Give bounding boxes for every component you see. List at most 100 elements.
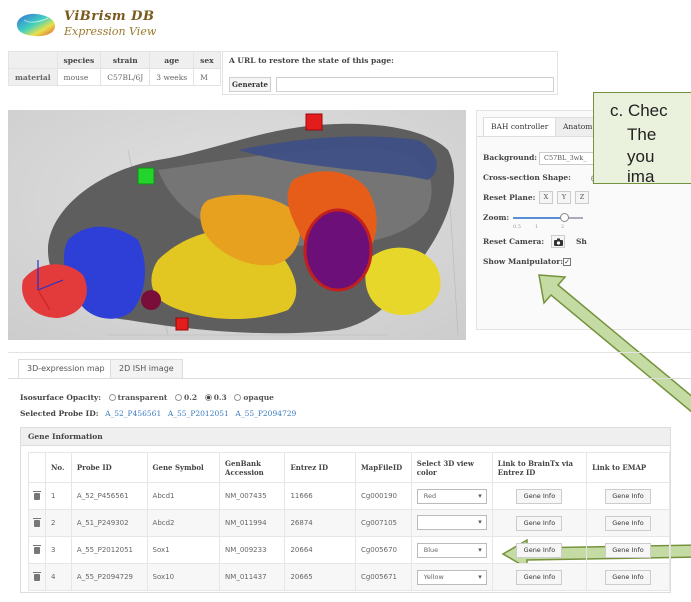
app-subtitle: Expression View xyxy=(64,25,157,38)
callout-line: c. Chec xyxy=(610,101,668,120)
probe-id: A_55_P2094729 xyxy=(70,563,148,591)
opacity-row: Isosurface Opacity: transparent 0.2 0.3 … xyxy=(20,393,274,402)
material-value: C57BL/6J xyxy=(100,68,151,86)
camera-icon[interactable] xyxy=(551,235,565,248)
column-header xyxy=(28,452,46,483)
tab-2d-ish-image[interactable]: 2D ISH image xyxy=(110,359,183,379)
radio-selected-icon[interactable] xyxy=(204,394,212,401)
trash-icon[interactable] xyxy=(33,544,41,554)
delete-row-button[interactable] xyxy=(28,482,46,510)
zoom-tick: 2 xyxy=(561,224,565,230)
callout-line: ima xyxy=(627,167,655,186)
selected-probe-link[interactable]: A_52_P456561 xyxy=(105,409,161,418)
gene-information-title: Gene Information xyxy=(21,428,670,446)
radio-icon[interactable] xyxy=(234,394,242,401)
material-value: 3 weeks xyxy=(149,68,195,86)
mapfile-id: Cg007105 xyxy=(354,509,412,537)
reset-plane-z-button[interactable]: Z xyxy=(575,191,589,204)
zoom-tick: 1 xyxy=(535,224,539,230)
column-header: GenBank Accession xyxy=(219,452,286,483)
probe-id: A_51_P249302 xyxy=(70,509,148,537)
color-select[interactable]: Blue xyxy=(416,542,487,558)
table-row: 2 A_51_P249302 Abcd2 NM_011994 26874 Cg0… xyxy=(28,509,670,537)
column-header: Entrez ID xyxy=(284,452,356,483)
selected-probe-link[interactable]: A_55_P2094729 xyxy=(235,409,296,418)
braintx-gene-info-button[interactable]: Gene Info xyxy=(516,488,563,504)
trash-icon[interactable] xyxy=(33,490,41,500)
genbank-accession: NM_007435 xyxy=(219,482,286,510)
radio-icon[interactable] xyxy=(108,394,116,401)
url-restore-label: A URL to restore the state of this page: xyxy=(229,56,394,65)
reset-camera-label: Reset Camera: xyxy=(483,237,545,246)
reset-plane-y-button[interactable]: Y xyxy=(557,191,571,204)
color-select[interactable]: Red xyxy=(416,488,487,504)
braintx-gene-info-button[interactable]: Gene Info xyxy=(516,515,563,531)
emap-gene-info-button[interactable]: Gene Info xyxy=(605,542,652,558)
opacity-option-0-2[interactable]: 0.2 xyxy=(175,393,197,402)
column-header: No. xyxy=(45,452,72,483)
selected-probe-row: Selected Probe ID: A_52_P456561 A_55_P20… xyxy=(20,409,296,418)
zoom-slider-fill xyxy=(513,217,563,219)
mapfile-id: Cg005670 xyxy=(354,536,412,564)
entrez-id: 26874 xyxy=(284,509,356,537)
trash-icon[interactable] xyxy=(33,517,41,527)
column-header: Select 3D view color xyxy=(410,452,493,483)
gene-symbol: Sox10 xyxy=(146,563,221,591)
entrez-id: 20665 xyxy=(284,563,356,591)
opacity-option-0-3[interactable]: 0.3 xyxy=(204,393,227,402)
background-label: Background: xyxy=(483,153,538,162)
selected-probe-label: Selected Probe ID: xyxy=(20,409,99,418)
gene-symbol: Abcd1 xyxy=(146,482,221,510)
column-header: MapFileID xyxy=(354,452,412,483)
genbank-accession: NM_009233 xyxy=(219,536,286,564)
braintx-gene-info-button[interactable]: Gene Info xyxy=(516,542,563,558)
material-table: species strain age sex material mouse C5… xyxy=(8,51,221,86)
emap-gene-info-button[interactable]: Gene Info xyxy=(605,488,652,504)
cross-section-label: Cross-section Shape: xyxy=(483,173,571,182)
table-row: 3 A_55_P2012051 Sox1 NM_009233 20664 Cg0… xyxy=(28,536,670,564)
background-select[interactable]: C57BL_3wk_ xyxy=(539,152,595,165)
show-extra-label: Sh xyxy=(576,237,587,246)
generate-button[interactable]: Generate xyxy=(229,77,271,92)
column-header: Link to EMAP xyxy=(586,452,670,483)
delete-row-button[interactable] xyxy=(28,563,46,591)
material-value: M xyxy=(193,68,221,86)
braintx-gene-info-button[interactable]: Gene Info xyxy=(516,569,563,585)
row-no: 1 xyxy=(45,482,72,510)
emap-gene-info-button[interactable]: Gene Info xyxy=(605,515,652,531)
column-header: Probe ID xyxy=(70,452,148,483)
color-select[interactable] xyxy=(416,514,487,530)
3d-brain-viewer[interactable] xyxy=(8,110,466,340)
color-select[interactable]: Yellow xyxy=(416,569,487,585)
trash-icon[interactable] xyxy=(33,571,41,581)
delete-row-button[interactable] xyxy=(28,536,46,564)
callout-line: The xyxy=(627,125,657,144)
material-header: strain xyxy=(100,51,151,69)
tab-divider xyxy=(8,378,691,379)
url-output-field[interactable] xyxy=(276,77,554,92)
emap-gene-info-button[interactable]: Gene Info xyxy=(605,569,652,585)
gene-symbol: Abcd2 xyxy=(146,509,221,537)
column-header: Link to BrainTx via Entrez ID xyxy=(491,452,588,483)
opacity-option-transparent[interactable]: transparent xyxy=(108,393,167,402)
tab-bah-controller[interactable]: BAH controller xyxy=(483,117,557,137)
zoom-slider-handle[interactable] xyxy=(560,213,569,222)
table-row: 4 A_55_P2094729 Sox10 NM_011437 20665 Cg… xyxy=(28,563,670,591)
zoom-tick: 0.5 xyxy=(513,224,521,230)
column-header: Gene Symbol xyxy=(146,452,221,483)
tab-3d-expression-map[interactable]: 3D-expression map xyxy=(18,359,114,379)
url-restore-panel: A URL to restore the state of this page:… xyxy=(222,51,558,95)
brain-logo-icon xyxy=(16,13,56,37)
delete-row-button[interactable] xyxy=(28,509,46,537)
material-header: species xyxy=(56,51,102,69)
opacity-option-opaque[interactable]: opaque xyxy=(234,393,274,402)
radio-icon[interactable] xyxy=(175,394,182,401)
entrez-id: 20664 xyxy=(284,536,356,564)
reset-plane-x-button[interactable]: X xyxy=(539,191,553,204)
probe-id: A_52_P456561 xyxy=(70,482,148,510)
selected-probe-link[interactable]: A_55_P2012051 xyxy=(168,409,229,418)
row-no: 4 xyxy=(45,563,72,591)
reset-plane-label: Reset Plane: xyxy=(483,193,536,202)
app-title: ViBrism DB xyxy=(64,9,155,24)
material-header: sex xyxy=(193,51,221,69)
